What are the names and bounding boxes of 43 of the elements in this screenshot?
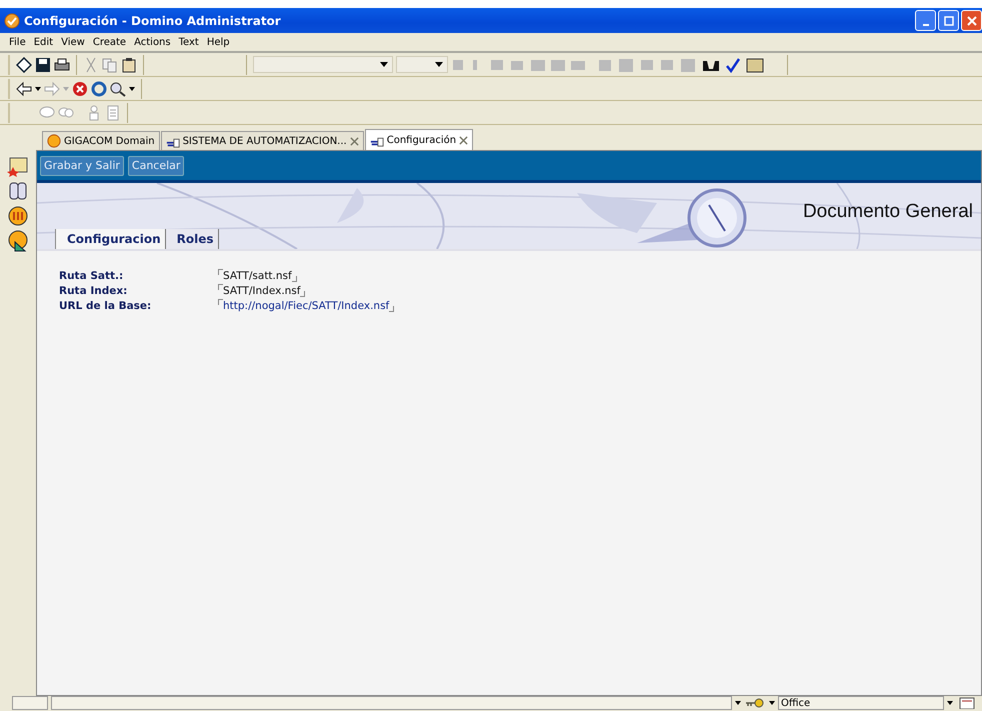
field-label: Ruta Index: bbox=[59, 284, 128, 296]
stop-icon[interactable] bbox=[72, 80, 88, 96]
field-label: Ruta Satt.: bbox=[59, 270, 124, 282]
save-icon[interactable] bbox=[35, 56, 51, 72]
back-arrow-icon[interactable] bbox=[16, 80, 32, 96]
field-label: URL de la Base: bbox=[59, 300, 152, 312]
close-tab-icon[interactable] bbox=[459, 136, 468, 144]
document-tab[interactable]: GIGACOM Domain bbox=[42, 131, 160, 150]
menu-item[interactable]: Text bbox=[176, 36, 204, 48]
print-icon[interactable] bbox=[54, 56, 70, 72]
search-icon[interactable] bbox=[110, 80, 126, 96]
action-button[interactable]: Cancelar bbox=[128, 156, 184, 176]
document-tab[interactable]: SISTEMA DE AUTOMATIZACION... bbox=[160, 131, 364, 150]
window-title: Configuración - Domino Administrator bbox=[24, 14, 281, 28]
bookmark-folder-icon[interactable] bbox=[7, 155, 29, 177]
form-tab[interactable]: Configuracion bbox=[56, 229, 166, 249]
url-field[interactable]: http://nogal/Fiec/SATT/Index.nsf bbox=[223, 300, 390, 312]
action-button[interactable]: Grabar y Salir bbox=[40, 156, 124, 176]
paste-icon[interactable] bbox=[121, 56, 137, 72]
text-field[interactable]: SATT/satt.nsf bbox=[223, 270, 292, 282]
key-icon[interactable] bbox=[744, 697, 766, 709]
domain-icon bbox=[47, 134, 61, 148]
size-dropdown[interactable] bbox=[396, 56, 448, 73]
document-title: Documento General bbox=[802, 201, 973, 223]
minimize-icon bbox=[922, 24, 928, 26]
close-icon bbox=[966, 16, 976, 26]
menu-item[interactable]: File bbox=[6, 36, 31, 48]
menu-item[interactable]: Help bbox=[204, 36, 235, 48]
app-logo-icon bbox=[4, 12, 20, 28]
close-button[interactable] bbox=[961, 10, 982, 31]
minimize-button[interactable] bbox=[915, 10, 936, 31]
menu-item[interactable]: Actions bbox=[131, 36, 176, 48]
maximize-icon bbox=[944, 16, 954, 26]
menu-item[interactable]: View bbox=[58, 36, 90, 48]
menu-item[interactable]: Create bbox=[90, 36, 132, 48]
menu-item[interactable]: Edit bbox=[30, 36, 58, 48]
text-field[interactable]: SATT/Index.nsf bbox=[223, 284, 300, 296]
form-tab[interactable]: Roles bbox=[166, 229, 219, 249]
maximize-button[interactable] bbox=[938, 10, 959, 31]
diamond-icon[interactable] bbox=[16, 56, 32, 72]
document-tab[interactable]: Configuración bbox=[364, 129, 474, 150]
close-tab-icon[interactable] bbox=[350, 136, 359, 146]
location-dropdown[interactable]: Office bbox=[778, 696, 944, 710]
